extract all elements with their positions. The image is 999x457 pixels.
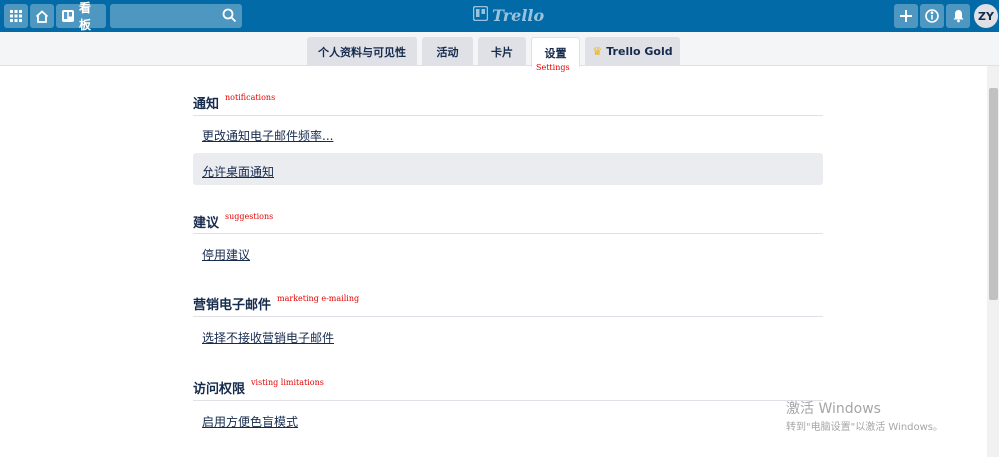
allow-desktop-notifications-link[interactable]: 允许桌面通知 (202, 163, 274, 180)
tab-cards-label: 卡片 (491, 45, 513, 59)
section-title: 营销电子邮件 (193, 298, 272, 313)
disable-suggestions-link[interactable]: 停用建议 (202, 246, 250, 263)
board-icon (62, 10, 74, 22)
info-icon (925, 9, 939, 23)
section-divider (193, 400, 823, 401)
annotation-settings: Settings (536, 63, 570, 72)
avatar[interactable]: ZY (974, 4, 998, 28)
annotation-notifications: notifications (225, 93, 276, 102)
trello-logo-text: Trello (492, 6, 545, 25)
trello-logo-icon (472, 5, 489, 25)
highlighted-row (193, 153, 823, 185)
tab-cards[interactable]: 卡片 (478, 37, 526, 66)
enable-colorblind-mode-link[interactable]: 启用方便色盲模式 (202, 413, 298, 430)
grid-icon (10, 10, 22, 22)
home-button[interactable] (30, 4, 54, 28)
top-header: 看板 Trello ZY (0, 0, 999, 32)
annotation-marketing: marketing e-mailing (277, 294, 360, 303)
section-divider (193, 233, 823, 234)
section-divider (193, 115, 823, 116)
search-icon[interactable] (222, 8, 237, 27)
tab-trello-gold-label: Trello Gold (606, 45, 673, 58)
tab-settings-label: 设置 (544, 46, 567, 60)
tab-profile[interactable]: 个人资料与可见性 (307, 37, 417, 66)
tab-trello-gold[interactable]: ♛ Trello Gold (585, 37, 680, 66)
plus-icon (899, 9, 913, 23)
annotation-visiting: visting limitations (251, 378, 324, 387)
section-title: 建议 (193, 216, 220, 231)
bell-icon (952, 9, 965, 23)
info-button[interactable] (920, 4, 944, 28)
section-divider (193, 316, 823, 317)
windows-activation-subtitle: 转到"电脑设置"以激活 Windows。 (786, 422, 944, 433)
settings-tab-bar: 个人资料与可见性 活动 卡片 设置 ♛ Trello Gold (0, 32, 999, 67)
boards-label: 看板 (79, 1, 92, 32)
crown-icon: ♛ (592, 45, 603, 58)
create-button[interactable] (894, 4, 918, 28)
opt-out-marketing-link[interactable]: 选择不接收营销电子邮件 (202, 329, 334, 346)
boards-button[interactable]: 看板 (56, 1, 106, 32)
section-title: 通知 (193, 97, 220, 112)
apps-menu-button[interactable] (4, 4, 28, 28)
windows-activation-title: 激活 Windows (786, 401, 881, 417)
section-suggestions-header: 建议 suggestions (193, 212, 273, 231)
section-marketing-header: 营销电子邮件 marketing e-mailing (193, 294, 359, 313)
tab-activity[interactable]: 活动 (422, 37, 473, 66)
section-access-header: 访问权限 visting limitations (193, 378, 324, 397)
annotation-suggestions: suggestions (225, 212, 274, 221)
section-title: 访问权限 (193, 382, 246, 397)
notifications-button[interactable] (946, 4, 970, 28)
home-icon (35, 9, 49, 23)
tab-profile-label: 个人资料与可见性 (318, 45, 406, 59)
trello-logo[interactable]: Trello (472, 5, 545, 25)
search-box[interactable] (110, 4, 242, 28)
tab-activity-label: 活动 (436, 45, 459, 59)
change-email-frequency-link[interactable]: 更改通知电子邮件频率... (202, 127, 333, 144)
scrollbar-thumb[interactable] (989, 88, 998, 300)
section-notifications-header: 通知 notifications (193, 93, 275, 112)
